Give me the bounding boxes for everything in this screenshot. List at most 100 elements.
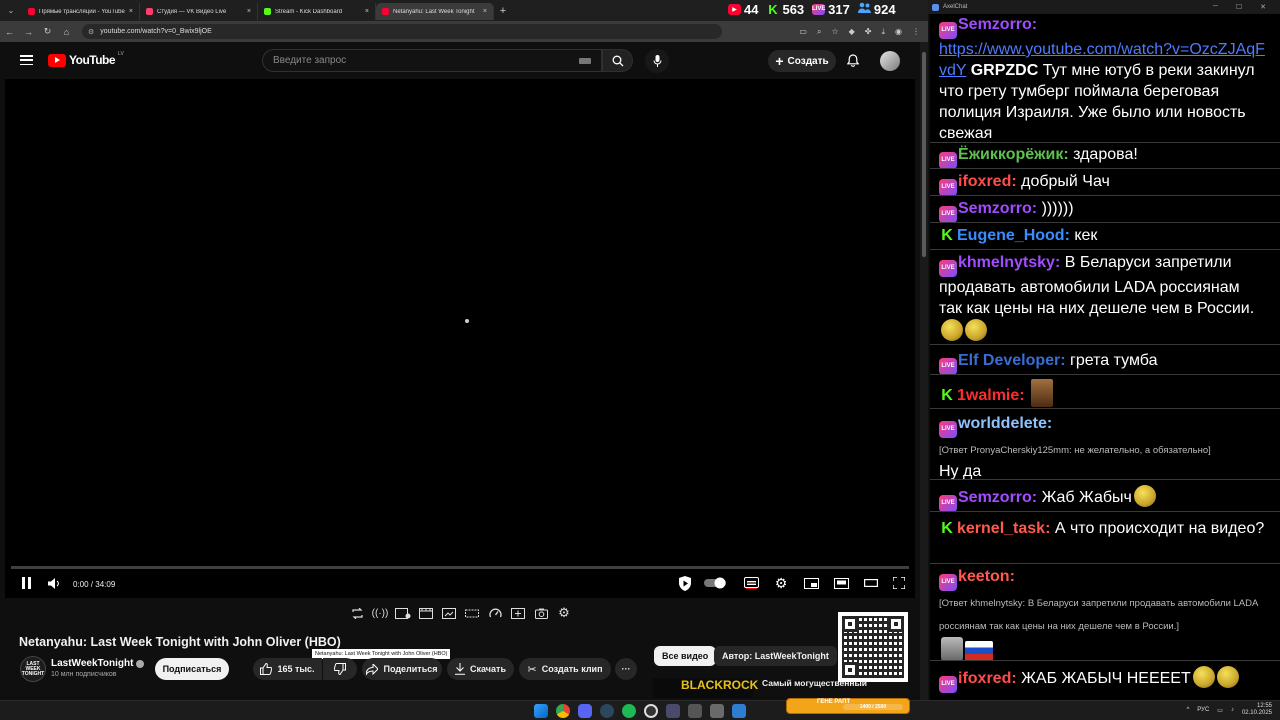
browser-tab[interactable]: Прямые трансляции - YouTube ×	[22, 3, 140, 20]
puzzle-icon[interactable]: ✤	[865, 27, 872, 37]
tab-close-icon[interactable]: ×	[247, 8, 251, 15]
chat-username[interactable]: ifoxred:	[958, 670, 1017, 687]
spotify-icon[interactable]	[622, 704, 636, 718]
voice-search-button[interactable]	[645, 49, 669, 73]
download-button[interactable]: Скачать	[447, 658, 514, 680]
bookmark-star-icon[interactable]: ☆	[831, 27, 838, 37]
browser-tab[interactable]: Stream - Kick Dashboard ×	[258, 3, 376, 20]
chat-username[interactable]: Semzorro:	[958, 489, 1037, 506]
chat-username[interactable]: keeton:	[958, 568, 1015, 585]
sponsorblock-button[interactable]	[676, 575, 694, 591]
tab-search-icon[interactable]: ⌄	[0, 0, 22, 21]
progress-bar[interactable]	[11, 566, 909, 569]
subscribe-button[interactable]: Подписаться	[155, 658, 229, 680]
channel-avatar[interactable]: LAST WEEK TONIGHT	[20, 656, 46, 682]
home-icon[interactable]: ⌂	[57, 27, 76, 37]
app-icon[interactable]	[688, 704, 702, 718]
create-clip-button[interactable]: ✂ Создать клип	[519, 658, 611, 680]
speed-icon[interactable]	[486, 605, 504, 621]
chat-username[interactable]: khmelnytsky:	[958, 254, 1060, 271]
page-scrollbar[interactable]	[920, 42, 928, 720]
pip-button[interactable]	[833, 575, 849, 591]
chat-username[interactable]: kernel_task:	[957, 520, 1050, 537]
tab-close-icon[interactable]: ×	[129, 8, 133, 15]
keyboard-icon[interactable]	[579, 58, 591, 64]
tab-close-icon[interactable]: ×	[365, 8, 369, 15]
search-input[interactable]	[273, 55, 553, 66]
chip-all-videos[interactable]: Все видео	[654, 646, 717, 666]
recommended-video-title[interactable]: Самый могущественный	[762, 678, 867, 688]
speaker-icon[interactable]: ♪	[1231, 707, 1234, 713]
video-player[interactable]: 0:00 / 34:09 ⚙	[5, 79, 915, 598]
close-window-icon[interactable]: ✕	[1260, 3, 1266, 11]
chrome-icon[interactable]	[556, 704, 570, 718]
theater-mode-button[interactable]	[863, 575, 879, 591]
site-info-icon[interactable]: ⚙	[88, 28, 94, 36]
chat-username[interactable]: ifoxred:	[958, 173, 1017, 190]
like-button[interactable]: 165 тыс.	[253, 658, 322, 680]
extension-icon[interactable]: ◆	[849, 27, 855, 37]
app-icon[interactable]	[710, 704, 724, 718]
tab-close-icon[interactable]: ×	[483, 8, 487, 15]
youtube-logo[interactable]: YouTube LV	[48, 51, 124, 67]
obs-icon[interactable]	[644, 704, 658, 718]
profile-icon[interactable]: ◉	[895, 27, 902, 37]
search-button[interactable]	[602, 49, 633, 72]
broadcast-icon[interactable]: ((·))	[371, 605, 389, 621]
language-indicator[interactable]: РУС	[1197, 707, 1209, 713]
browser-tab-active[interactable]: Netanyahu: Last Week Tonight ×	[376, 3, 494, 20]
tray-chevron-icon[interactable]: ^	[1186, 707, 1189, 713]
download-icon[interactable]: ⤓	[881, 27, 885, 37]
fullscreen-button[interactable]	[891, 575, 907, 591]
volume-button[interactable]	[47, 575, 61, 591]
add-box-icon[interactable]	[509, 605, 527, 621]
miniplayer-button[interactable]	[803, 575, 819, 591]
steam-icon[interactable]	[600, 704, 614, 718]
menu-icon[interactable]	[20, 55, 33, 65]
crop-icon[interactable]	[463, 605, 481, 621]
maximize-icon[interactable]: ☐	[1236, 3, 1242, 11]
zoom-icon[interactable]: ⌕	[817, 27, 821, 37]
account-avatar[interactable]	[880, 51, 900, 71]
new-tab-button[interactable]: +	[494, 5, 512, 17]
autoplay-toggle[interactable]	[704, 575, 728, 591]
notifications-bell-icon[interactable]	[846, 54, 860, 72]
windows-start-icon[interactable]	[534, 704, 548, 718]
app-icon[interactable]	[666, 704, 680, 718]
clock[interactable]: 12:55 02.10.2025	[1242, 703, 1272, 717]
dislike-button[interactable]	[323, 658, 357, 680]
subtitles-button[interactable]	[743, 575, 759, 591]
video-settings-icon[interactable]	[394, 605, 412, 621]
network-icon[interactable]: ▭	[1217, 707, 1223, 714]
pause-button[interactable]	[19, 575, 33, 591]
settings-button[interactable]: ⚙	[773, 575, 789, 591]
chat-panel[interactable]: LIVE Semzorro: https://www.youtube.com/wa…	[930, 14, 1280, 700]
discord-icon[interactable]	[578, 704, 592, 718]
chat-username[interactable]: Eugene_Hood:	[957, 227, 1070, 244]
chat-username[interactable]: Semzorro:	[958, 200, 1037, 217]
extension-settings-gear-icon[interactable]: ⚙	[555, 605, 573, 621]
chip-channel-author[interactable]: Автор: LastWeekTonight	[714, 646, 837, 666]
film-icon[interactable]	[417, 605, 435, 621]
share-button[interactable]: Поделиться	[362, 658, 442, 680]
back-icon[interactable]: ←	[0, 27, 19, 37]
chat-username[interactable]: worlddelete:	[958, 415, 1052, 432]
more-actions-button[interactable]: ···	[615, 658, 637, 680]
chat-username[interactable]: 1walmie:	[957, 387, 1025, 404]
channel-name[interactable]: LastWeekTonight	[51, 658, 145, 669]
cast-icon[interactable]: ▭	[799, 27, 807, 37]
browser-menu-icon[interactable]: ⋮	[912, 27, 920, 37]
forward-icon[interactable]: →	[19, 27, 38, 37]
chat-username[interactable]: Elf Developer:	[958, 352, 1066, 369]
loop-icon[interactable]	[348, 605, 366, 621]
url-field[interactable]: ⚙ youtube.com/watch?v=0_Bwix9ljOE	[82, 24, 722, 39]
chat-username[interactable]: Semzorro:	[958, 16, 1037, 33]
screenshot-camera-icon[interactable]	[532, 605, 550, 621]
recommended-video-thumbnail[interactable]: BLACKROCK	[653, 678, 758, 698]
chat-app-taskbar-icon[interactable]	[732, 704, 746, 718]
scrollbar-thumb[interactable]	[922, 52, 926, 257]
aspect-ratio-icon[interactable]	[440, 605, 458, 621]
chat-username[interactable]: Ёжиккорёжик:	[958, 146, 1069, 163]
browser-tab[interactable]: Студия — VK Видео Live ×	[140, 3, 258, 20]
reload-icon[interactable]: ↻	[38, 26, 57, 37]
